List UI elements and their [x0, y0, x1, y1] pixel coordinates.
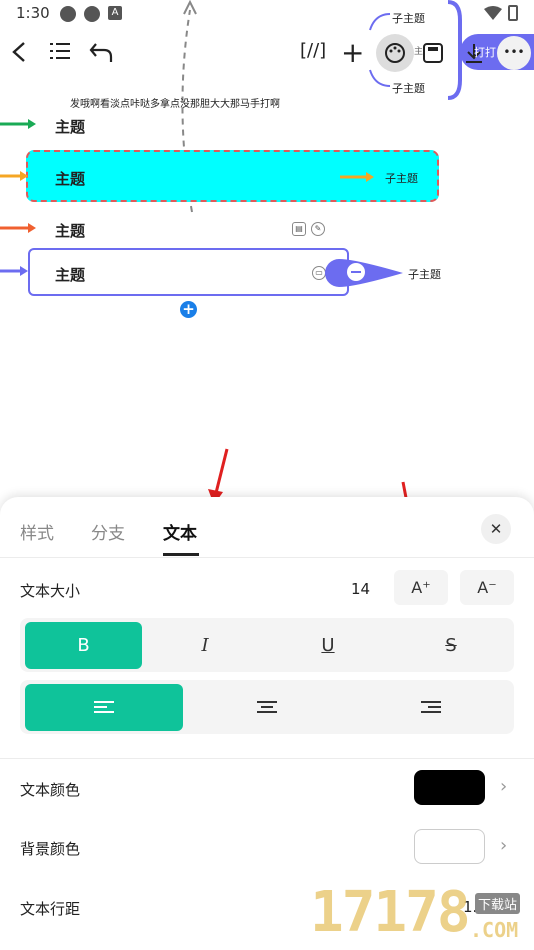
add-topic-button[interactable]: +	[180, 301, 197, 318]
strikethrough-button[interactable]: S	[391, 622, 511, 669]
subtopic-partial: 主	[414, 47, 424, 57]
align-left-button[interactable]	[25, 684, 183, 731]
increase-font-button[interactable]: A⁺	[394, 570, 448, 605]
topic-4[interactable]: 主题	[55, 264, 85, 285]
font-size-value: 14	[351, 580, 371, 598]
branch-arrow-green	[0, 119, 36, 129]
a-status-icon: A	[108, 6, 122, 20]
note-text[interactable]: 发哦啊看淡点咔哒多拿点没那胆大大那马手打啊	[70, 95, 280, 110]
bold-button[interactable]: B	[25, 622, 142, 669]
outline-icon[interactable]	[50, 42, 70, 60]
close-button[interactable]: ✕	[481, 514, 511, 544]
line-spacing-label: 文本行距	[20, 900, 81, 918]
tab-branch[interactable]: 分支	[91, 519, 125, 544]
subtopic-arrow-orange	[340, 172, 374, 182]
undo-icon[interactable]	[88, 40, 114, 64]
subtopic-top-2[interactable]: 子主题	[392, 80, 425, 96]
chevron-right-icon-2[interactable]: ›	[500, 835, 507, 856]
underline-button[interactable]: U	[268, 622, 388, 669]
align-left-icon	[94, 701, 114, 713]
collapse-button[interactable]	[347, 263, 365, 281]
active-tab-indicator	[163, 553, 199, 556]
watermark-site: 下载站	[475, 893, 521, 914]
tab-style[interactable]: 样式	[20, 519, 54, 544]
bg-color-label: 背景颜色	[20, 840, 81, 858]
subtopic-2[interactable]: 子主题	[385, 170, 418, 186]
text-color-swatch[interactable]	[414, 770, 485, 805]
align-center-button[interactable]	[186, 684, 347, 731]
export-partial-label: 打打	[474, 46, 496, 59]
chevron-left-icon[interactable]	[8, 40, 32, 64]
minus-icon	[351, 271, 361, 273]
notification-icon	[60, 6, 76, 22]
status-time: 1:30	[16, 4, 50, 22]
wifi-icon	[484, 6, 502, 20]
battery-icon	[508, 5, 518, 21]
align-right-button[interactable]	[350, 684, 511, 731]
topic-2[interactable]: 主题	[55, 168, 85, 189]
decrease-font-button[interactable]: A⁻	[460, 570, 514, 605]
topic-1[interactable]: 主题	[55, 116, 85, 137]
branch-arrow-orange	[0, 171, 28, 181]
align-right-icon	[420, 701, 441, 713]
italic-button[interactable]: I	[145, 622, 265, 669]
bracket-button[interactable]: [//]	[300, 40, 326, 61]
watermark-domain: .COM	[470, 918, 519, 942]
notification-icon-2	[84, 6, 100, 22]
topic-3[interactable]: 主题	[55, 220, 85, 241]
bg-color-swatch[interactable]	[414, 829, 485, 864]
align-center-icon	[256, 701, 277, 713]
chevron-right-icon[interactable]: ›	[500, 776, 507, 797]
edit-icon[interactable]: ✎	[311, 222, 325, 236]
note-icon[interactable]: ▤	[292, 222, 306, 236]
branch-arrow-red	[0, 223, 36, 233]
section-divider	[0, 758, 534, 759]
subtopic-top-1[interactable]: 子主题	[392, 10, 425, 26]
more-button[interactable]: •••	[497, 36, 531, 70]
topic-node-selected[interactable]	[26, 150, 439, 202]
branch-arrow-purple	[0, 266, 28, 276]
watermark-number: 17178	[310, 880, 471, 945]
collapse-branch-shape	[325, 259, 403, 287]
text-color-label: 文本颜色	[20, 781, 81, 799]
comment-icon[interactable]: ▭	[312, 266, 326, 280]
tab-text[interactable]: 文本	[163, 519, 197, 544]
tabs-divider	[0, 557, 534, 558]
font-size-label: 文本大小	[20, 582, 81, 600]
subtopic-4[interactable]: 子主题	[408, 266, 441, 282]
